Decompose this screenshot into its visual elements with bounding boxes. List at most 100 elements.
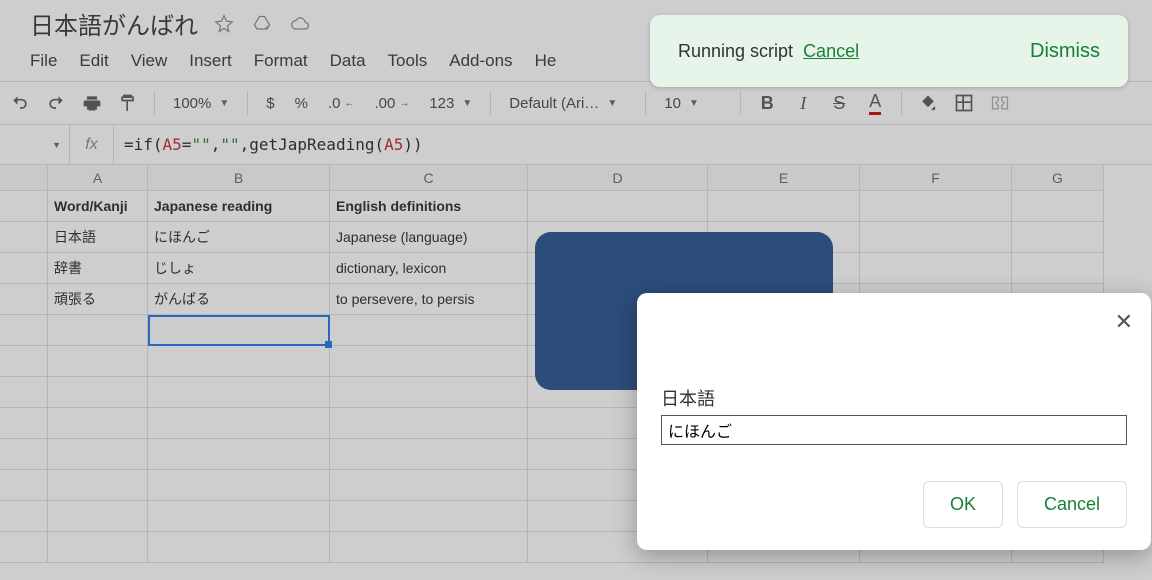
cloud-icon[interactable] [288,12,312,36]
cell[interactable] [148,470,330,501]
cell[interactable]: Japanese (language) [330,222,528,253]
paint-format-icon[interactable] [114,89,142,117]
cell[interactable] [860,191,1012,222]
cell[interactable]: 日本語 [48,222,148,253]
cell[interactable] [708,191,860,222]
col-header-c[interactable]: C [330,165,528,191]
row-header[interactable] [0,346,48,377]
close-icon[interactable]: ✕ [1115,309,1133,335]
col-header-d[interactable]: D [528,165,708,191]
col-header-a[interactable]: A [48,165,148,191]
cell[interactable] [48,315,148,346]
cell[interactable]: to persevere, to persis [330,284,528,315]
percent-button[interactable]: % [289,89,314,117]
cell[interactable] [528,191,708,222]
font-size-dropdown[interactable]: 10▼ [658,89,728,117]
cell[interactable] [48,501,148,532]
borders-icon[interactable] [950,89,978,117]
document-title[interactable]: 日本語がんばれ [30,6,198,41]
col-header-e[interactable]: E [708,165,860,191]
dialog-input[interactable] [661,415,1127,445]
text-color-icon[interactable]: A [861,89,889,117]
cell[interactable] [1012,253,1104,284]
cell[interactable] [1012,222,1104,253]
menu-addons[interactable]: Add-ons [449,51,512,71]
menu-help[interactable]: He [535,51,557,71]
cell[interactable] [330,315,528,346]
cell[interactable]: dictionary, lexicon [330,253,528,284]
cell[interactable] [48,532,148,563]
redo-icon[interactable] [42,89,70,117]
row-header[interactable] [0,470,48,501]
cell[interactable] [48,408,148,439]
undo-icon[interactable] [6,89,34,117]
cell[interactable] [48,470,148,501]
cell[interactable]: 辞書 [48,253,148,284]
cell[interactable]: Japanese reading [148,191,330,222]
menu-view[interactable]: View [131,51,168,71]
cell[interactable] [48,439,148,470]
cell[interactable]: にほんご [148,222,330,253]
cell[interactable] [148,315,330,346]
row-header[interactable] [0,501,48,532]
bold-icon[interactable]: B [753,89,781,117]
menu-format[interactable]: Format [254,51,308,71]
fill-color-icon[interactable] [914,89,942,117]
cell[interactable] [330,439,528,470]
drive-icon[interactable]: + [250,12,274,36]
select-all-corner[interactable] [0,165,48,191]
menu-file[interactable]: File [30,51,57,71]
menu-insert[interactable]: Insert [189,51,232,71]
cell[interactable] [330,408,528,439]
row-header[interactable] [0,377,48,408]
menu-data[interactable]: Data [330,51,366,71]
dismiss-toast-button[interactable]: Dismiss [1030,40,1100,63]
cell[interactable] [48,377,148,408]
col-header-g[interactable]: G [1012,165,1104,191]
col-header-b[interactable]: B [148,165,330,191]
cancel-script-link[interactable]: Cancel [803,41,859,62]
cell[interactable] [48,346,148,377]
strikethrough-icon[interactable]: S [825,89,853,117]
row-header[interactable] [0,408,48,439]
row-header[interactable] [0,284,48,315]
cell[interactable]: 頑張る [48,284,148,315]
col-header-f[interactable]: F [860,165,1012,191]
row-header[interactable] [0,222,48,253]
font-dropdown[interactable]: Default (Ari…▼ [503,89,633,117]
number-format-dropdown[interactable]: 123▼ [423,89,478,117]
print-icon[interactable] [78,89,106,117]
cell[interactable] [860,253,1012,284]
row-header[interactable] [0,439,48,470]
cell[interactable] [860,222,1012,253]
cell[interactable]: Word/Kanji [48,191,148,222]
menu-edit[interactable]: Edit [79,51,108,71]
cell[interactable] [148,377,330,408]
cell[interactable]: がんばる [148,284,330,315]
cancel-button[interactable]: Cancel [1017,481,1127,528]
ok-button[interactable]: OK [923,481,1003,528]
cell[interactable] [148,439,330,470]
cell[interactable] [148,532,330,563]
merge-cells-icon[interactable] [986,89,1014,117]
italic-icon[interactable]: I [789,89,817,117]
cell[interactable] [330,532,528,563]
star-icon[interactable] [212,12,236,36]
increase-decimal-button[interactable]: .00→ [368,89,415,117]
formula-input[interactable]: =if(A5="","",getJapReading(A5)) [114,135,423,154]
cell[interactable] [148,346,330,377]
row-header[interactable] [0,315,48,346]
row-header[interactable] [0,191,48,222]
name-box[interactable]: ▼ [0,125,70,164]
cell[interactable] [330,346,528,377]
menu-tools[interactable]: Tools [388,51,428,71]
cell[interactable] [148,501,330,532]
cell[interactable]: じしょ [148,253,330,284]
decrease-decimal-button[interactable]: .0← [322,89,361,117]
cell[interactable] [330,501,528,532]
row-header[interactable] [0,532,48,563]
cell[interactable] [1012,191,1104,222]
zoom-dropdown[interactable]: 100%▼ [167,89,235,117]
cell[interactable] [330,377,528,408]
row-header[interactable] [0,253,48,284]
